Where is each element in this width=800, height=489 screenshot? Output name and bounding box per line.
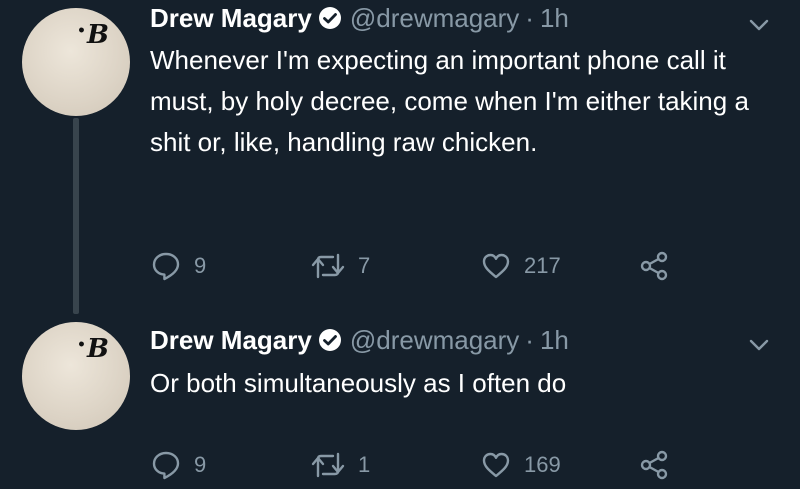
chevron-down-icon[interactable] (748, 18, 770, 32)
separator-dot: · (525, 2, 534, 33)
tweet[interactable]: •B Drew Magary @drewmagary · 1h Or both … (0, 318, 800, 489)
heart-icon (482, 452, 510, 478)
retweet-button[interactable]: 1 (310, 445, 370, 485)
reply-button[interactable]: 9 (150, 246, 206, 286)
like-count: 169 (524, 452, 561, 477)
retweet-icon (311, 452, 345, 478)
tweet-actions: 9 1 169 (150, 445, 710, 485)
share-button[interactable] (638, 445, 670, 485)
share-icon (640, 251, 668, 281)
tweet-timestamp[interactable]: 1h (540, 325, 569, 356)
reply-count: 9 (194, 452, 207, 477)
retweet-button[interactable]: 7 (310, 246, 370, 286)
tweet-timestamp[interactable]: 1h (540, 3, 569, 34)
like-button[interactable]: 169 (480, 445, 561, 485)
share-icon (640, 450, 668, 480)
author-name[interactable]: Drew Magary (150, 3, 312, 34)
tweet-text: Whenever I'm expecting an important phon… (150, 45, 749, 157)
retweet-icon (311, 253, 345, 279)
tweet-actions: 9 7 217 (150, 246, 710, 286)
reply-button[interactable]: 9 (150, 445, 206, 485)
avatar-logo: •B (77, 334, 109, 364)
retweet-count: 1 (358, 452, 371, 477)
chevron-down-icon[interactable] (748, 338, 770, 352)
reply-icon (152, 252, 180, 281)
tweet[interactable]: •B Drew Magary @drewmagary · 1h Whenever… (0, 0, 800, 300)
share-button[interactable] (638, 246, 670, 286)
avatar-logo-letter: B (86, 20, 109, 50)
author-name[interactable]: Drew Magary (150, 325, 312, 356)
verified-badge-icon (318, 7, 341, 29)
author-handle[interactable]: @drewmagary (350, 3, 519, 34)
separator-dot: · (525, 324, 534, 355)
tweet-header: Drew Magary @drewmagary · 1h (150, 323, 569, 357)
like-count: 217 (524, 253, 561, 278)
avatar-logo: •B (77, 20, 109, 50)
like-button[interactable]: 217 (480, 246, 561, 286)
avatar[interactable]: •B (22, 322, 130, 430)
avatar[interactable]: •B (22, 8, 130, 116)
heart-icon (482, 253, 510, 279)
tweet-text: Or both simultaneously as I often do (150, 368, 567, 398)
avatar-logo-letter: B (86, 334, 109, 364)
tweet-header: Drew Magary @drewmagary · 1h (150, 1, 569, 35)
reply-count: 9 (194, 253, 207, 278)
retweet-count: 7 (358, 253, 371, 278)
verified-badge-icon (318, 329, 341, 351)
reply-icon (152, 451, 180, 480)
author-handle[interactable]: @drewmagary (350, 325, 519, 356)
